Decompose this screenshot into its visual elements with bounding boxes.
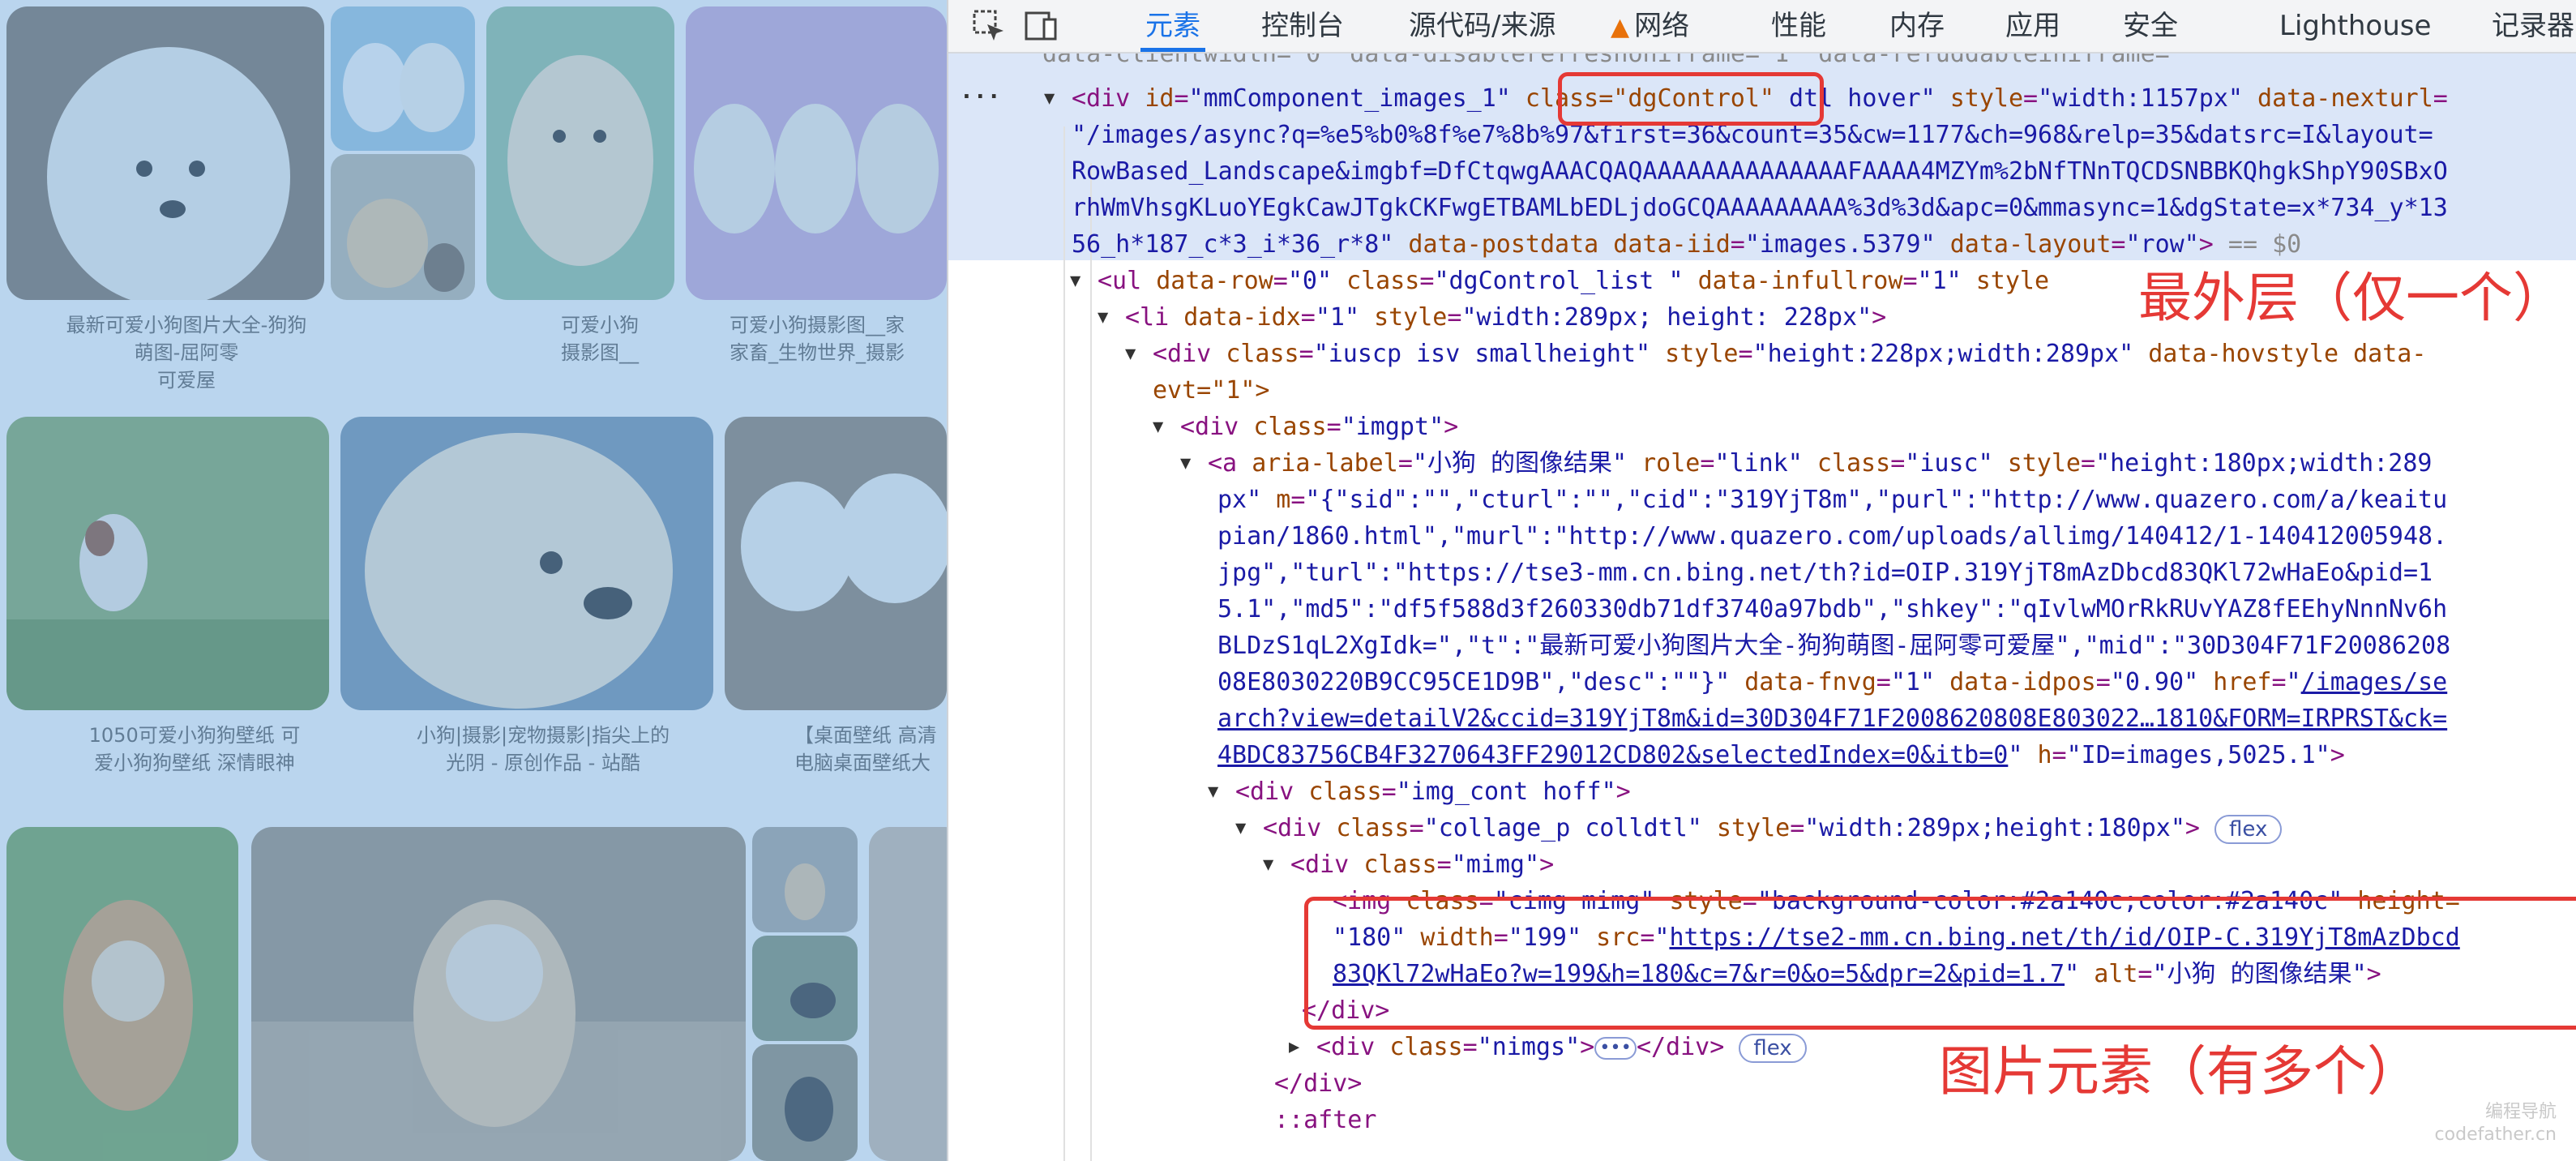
akita-path-image [251,827,746,1161]
pug-closeup-image [340,417,713,710]
dom-line-img-cont[interactable]: ▼ <div class="img_cont hoff"> [1208,773,1631,810]
watermark: 编程导航 codefather.cn [2434,1102,2557,1145]
dom-line-collage[interactable]: ▼ <div class="collage_p colldtl" style="w… [1235,810,2283,846]
img-element-highlight-box [1304,897,2576,1030]
dom-line-mimg[interactable]: ▼ <div class="mimg"> [1263,846,1554,883]
dom-line-anchor-m4[interactable]: 5.1","md5":"df5f588d3f260330db71df3740a9… [1217,591,2447,628]
collage-thumb-2-image [752,936,858,1041]
dom-line-href-2[interactable]: arch?view=detailV2&ccid=319YjT8m&id=30D3… [1217,700,2447,737]
tab-sources[interactable]: 源代码/来源 [1409,0,1555,52]
caption-5[interactable]: 小狗|摄影|宠物摄影|指尖上的 光阴 - 原创作品 - 站酷 [405,722,681,777]
image-elements-annotation: 图片元素（有多个） [1939,1040,2420,1103]
caption-3[interactable]: 可爱小狗摄影图__家 家畜_生物世界_摄影 [730,311,947,366]
dom-line-anchor[interactable]: ▼ <a aria-label="小狗 的图像结果" role="link" cl… [1180,445,2432,482]
dgcontrol-highlight-box [1558,72,1824,126]
dom-line-nexturl-4[interactable]: 56_h*187_c*3_i*36_r*8" data-postdata dat… [1072,226,2301,263]
tab-application[interactable]: 应用 [2005,0,2060,52]
dom-line-evt[interactable]: evt="1"> [1153,372,1270,409]
dom-line-anchor-m5[interactable]: BLDzS1qL2XgIdk=","t":"最新可爱小狗图片大全-狗狗萌图-屈阿… [1217,628,2450,664]
dom-line-after[interactable]: ::after [1274,1102,1376,1138]
tab-lighthouse[interactable]: Lighthouse [2279,0,2431,52]
result-image-fluffy-puppies[interactable] [725,417,947,710]
dom-line-nexturl-3[interactable]: rhWmVhsgKLuoYEgkCawJTgkCKFwgETBAMLbEDLjd… [1072,190,2448,226]
devtools-tab-bar: 元素 控制台 源代码/来源 ▲ 网络 性能 内存 应用 安全 Lighthouse… [948,0,2576,54]
result-image-shiba-grass[interactable] [6,827,238,1161]
dom-line-nimgs[interactable]: ▶ <div class="nimgs"> ••• </div> flex [1289,1029,1807,1065]
tab-performance[interactable]: 性能 [1771,0,1826,52]
partial-image [869,827,947,1161]
collage-thumb-1-image [752,827,858,932]
field-puppy-image [6,417,329,710]
result-image-puppy-collage-top[interactable] [331,6,475,151]
result-image-puppy-collage-bottom[interactable] [331,154,475,300]
indent-guide [1090,163,1092,1161]
dom-line-anchor-m6[interactable]: 08E8030220B9CC95CE1D9B","desc":""}" data… [1217,664,2447,700]
device-toolbar-icon[interactable] [1023,8,1059,44]
tab-memory[interactable]: 内存 [1889,0,1945,52]
tab-console[interactable]: 控制台 [1261,0,1344,52]
result-image-small-collage-2[interactable] [752,936,858,1041]
collapsed-ellipsis-icon[interactable]: ••• [1594,1036,1637,1060]
result-image-partial[interactable] [869,827,947,1161]
flex-badge-2[interactable]: flex [1739,1033,1807,1063]
result-image-small-collage-3[interactable] [752,1044,858,1161]
tab-elements[interactable]: 元素 [1140,0,1205,52]
caption-1[interactable]: 最新可爱小狗图片大全-狗狗萌图-屈阿零 可爱屋 [65,311,308,394]
dom-line-anchor-m3[interactable]: jpg","turl":"https://tse3-mm.cn.bing.net… [1217,555,2433,591]
dom-line-ul[interactable]: ▼ <ul data-row="0" class="dgControl_list … [1070,263,2049,299]
dom-line-0[interactable]: data-clientwidth="0" data-disablerefresh… [1042,54,2170,72]
result-image-cream-puppy[interactable] [486,6,674,300]
result-image-white-puppy[interactable] [6,6,324,300]
devtools-panel: 元素 控制台 源代码/来源 ▲ 网络 性能 内存 应用 安全 Lighthouse… [947,0,2576,1161]
dom-line-anchor-m2[interactable]: pian/1860.html","murl":"http://www.quaze… [1217,518,2447,555]
tab-network-label: 网络 [1634,10,1690,42]
indent-guide [1063,126,1065,1161]
dom-line-href-3[interactable]: 4BDC83756CB4F3270643FF29012CD802&selecte… [1217,737,2345,773]
golden-puppy-image [331,154,475,300]
dom-line-anchor-m1[interactable]: px" m="{"sid":"","cturl":"","cid":"319Yj… [1217,482,2447,518]
tab-recorder[interactable]: 记录器 [2492,0,2574,52]
result-image-pug-closeup[interactable] [340,417,713,710]
result-image-field-puppy[interactable] [6,417,329,710]
caption-4[interactable]: 1050可爱小狗狗壁纸 可 爱小狗狗壁纸 深情眼神 [65,722,324,777]
node-more-icon[interactable]: ··· [960,78,1001,114]
warning-icon: ▲ [1611,13,1630,41]
fluffy-puppies-image [725,417,947,710]
collage-thumb-3-image [752,1044,858,1161]
tab-security[interactable]: 安全 [2123,0,2178,52]
inspect-element-icon[interactable] [971,8,1007,44]
caption-2[interactable]: 可爱小狗 摄影图__ [519,311,681,366]
puppy-row-image [686,6,947,300]
twin-puppies-image [331,6,475,151]
flex-badge[interactable]: flex [2214,814,2283,844]
dom-line-imgpt[interactable]: ▼ <div class="imgpt"> [1153,409,1458,445]
dom-line-li[interactable]: ▼ <li data-idx="1" style="width:289px; he… [1098,299,1886,336]
elements-dom-tree: data-clientwidth="0" data-disablerefresh… [948,54,2576,1161]
result-image-puppy-row[interactable] [686,6,947,300]
dom-line-iuscp[interactable]: ▼ <div class="iuscp isv smallheight" styl… [1125,336,2426,372]
cream-puppy-image [486,6,674,300]
caption-6[interactable]: 【桌面壁纸 高清 电脑桌面壁纸大 [794,722,947,777]
result-image-small-collage-1[interactable] [752,827,858,932]
tab-network[interactable]: ▲ 网络 [1611,0,1689,52]
dom-line-nexturl-2[interactable]: RowBased_Landscape&imgbf=DfCtqwgAAACQAQA… [1072,153,2448,190]
dom-line-close-collage[interactable]: </div> [1274,1065,1362,1102]
white-puppy-image [6,6,324,300]
result-image-akita-path[interactable] [251,827,746,1161]
shiba-grass-image [6,827,238,1161]
image-results-panel: 最新可爱小狗图片大全-狗狗萌图-屈阿零 可爱屋 可爱小狗 摄影图__ 可爱小狗摄… [0,0,947,1161]
outer-layer-annotation: 最外层（仅一个） [2138,267,2566,329]
